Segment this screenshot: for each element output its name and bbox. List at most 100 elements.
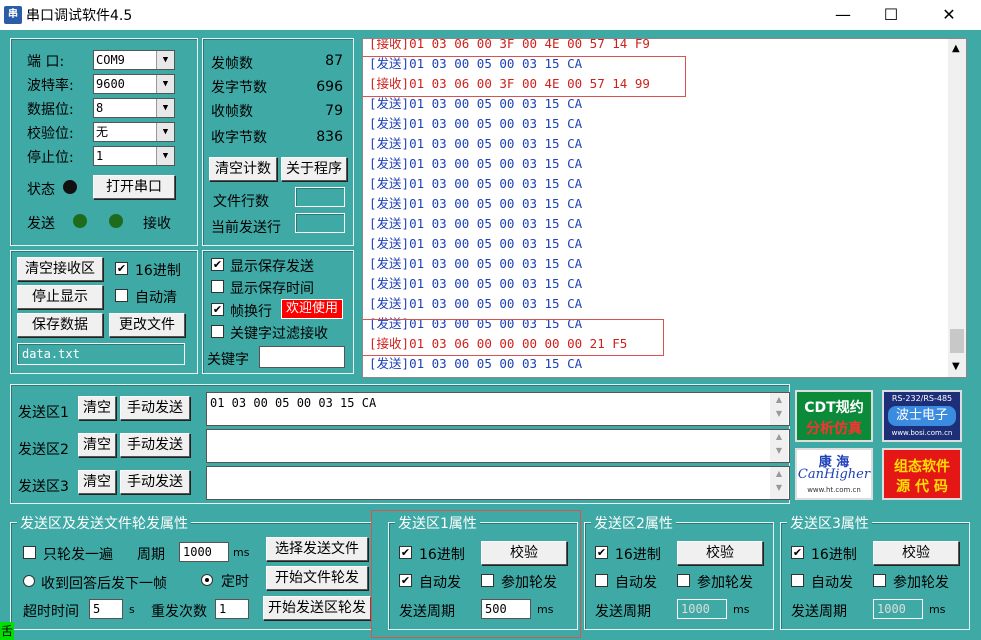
stopbits-label: 停止位: [27, 150, 74, 166]
parity-select[interactable]: 无 ▼ [93, 122, 175, 142]
send-area-period-input[interactable]: 1000 [873, 599, 923, 619]
save-data-button[interactable]: 保存数据 [17, 313, 103, 337]
send-area-hex-checkbox[interactable]: ✔ [791, 546, 804, 559]
hex-recv-checkbox[interactable]: ✔ [115, 262, 128, 275]
period-unit: ms [233, 546, 250, 559]
send-area-scrollbar[interactable]: ▲ ▼ [770, 430, 788, 462]
receive-line: [发送]01 03 00 05 00 03 15 CA [369, 193, 582, 212]
send-area-clear-button[interactable]: 清空 [78, 396, 116, 420]
frame-newline-checkbox[interactable]: ✔ [211, 303, 224, 316]
send-area-props-title: 发送区2属性 [591, 513, 676, 533]
baud-select[interactable]: 9600 ▼ [93, 74, 175, 94]
stopbits-select[interactable]: 1 ▼ [93, 146, 175, 166]
recv-led-icon [109, 214, 123, 228]
send-area-scrollbar[interactable]: ▲ ▼ [770, 393, 788, 425]
receive-line-bytes: 01 03 00 05 00 03 15 CA [409, 356, 583, 371]
tx-frames-value: 87 [325, 53, 343, 69]
keyword-filter-label: 关键字过滤接收 [230, 326, 328, 342]
open-port-button[interactable]: 打开串口 [93, 175, 175, 199]
scroll-thumb[interactable] [950, 329, 964, 353]
send-area-label: 发送区3 [18, 479, 69, 495]
send-area-send-button[interactable]: 手动发送 [120, 470, 190, 494]
databits-select[interactable]: 8 ▼ [93, 98, 175, 118]
send-area-period-unit: ms [929, 603, 946, 616]
show-save-time-checkbox[interactable] [211, 280, 224, 293]
receive-scrollbar[interactable]: ▲ ▼ [948, 39, 966, 377]
send-area-send-button[interactable]: 手动发送 [120, 433, 190, 457]
show-save-send-checkbox[interactable]: ✔ [211, 258, 224, 271]
chevron-down-icon: ▼ [156, 51, 174, 69]
receive-line-tag: [发送] [369, 156, 410, 171]
send-area-auto-checkbox[interactable] [791, 574, 804, 587]
send-area-textarea[interactable] [206, 429, 790, 463]
keyword-input[interactable] [259, 346, 345, 368]
send-area-textarea[interactable]: 01 03 00 05 00 03 15 CA [206, 392, 790, 426]
send-area-auto-checkbox[interactable] [595, 574, 608, 587]
period-label: 周期 [137, 547, 165, 563]
resend-input[interactable]: 1 [215, 599, 249, 619]
port-select[interactable]: COM9 ▼ [93, 50, 175, 70]
send-area-poll-checkbox[interactable] [677, 574, 690, 587]
send-area-check-button[interactable]: 校验 [677, 541, 763, 565]
change-file-button[interactable]: 更改文件 [109, 313, 185, 337]
autoclear-checkbox[interactable] [115, 289, 128, 302]
send-area-hex-label: 16进制 [811, 547, 857, 563]
zutai-ad-line2: 源 代 码 [896, 479, 948, 495]
send-area-label: 发送区2 [18, 442, 69, 458]
close-button[interactable]: ✕ [926, 0, 972, 30]
cdt-ad[interactable]: CDT规约 分析仿真 [795, 390, 873, 442]
port-value: COM9 [96, 53, 125, 67]
window-title: 串口调试软件4.5 [26, 8, 133, 24]
start-area-poll-button[interactable]: 开始发送区轮发 [263, 596, 371, 620]
send-area-textarea[interactable] [206, 466, 790, 500]
rx-frames-value: 79 [325, 103, 343, 119]
send-area-scrollbar[interactable]: ▲ ▼ [770, 467, 788, 499]
send-area-period-input[interactable]: 1000 [677, 599, 727, 619]
clear-recv-button[interactable]: 清空接收区 [17, 257, 103, 281]
bosi-ad[interactable]: RS-232/RS-485 波士电子 www.bosi.com.cn [882, 390, 962, 442]
timeout-unit: s [129, 603, 135, 616]
send-area-poll-checkbox[interactable] [873, 574, 886, 587]
receive-line-bytes: 01 03 00 05 00 03 15 CA [409, 256, 583, 271]
kanghai-ad[interactable]: 康 海 CanHigher www.ht.com.cn [795, 448, 873, 500]
timeout-input[interactable]: 5 [89, 599, 123, 619]
frame-newline-label: 帧换行 [230, 304, 272, 320]
receive-textarea[interactable]: [接收]01 03 06 00 3F 00 4E 00 57 14 F9 [发送]… [362, 38, 967, 378]
after-reply-radio[interactable] [23, 575, 35, 587]
send-area-hex-checkbox[interactable]: ✔ [595, 546, 608, 559]
minimize-button[interactable]: — [820, 0, 866, 30]
zutai-ad[interactable]: 组态软件 源 代 码 [882, 448, 962, 500]
baud-value: 9600 [96, 77, 125, 91]
about-button[interactable]: 关于程序 [281, 157, 347, 181]
scroll-down-icon[interactable]: ▼ [952, 361, 960, 372]
receive-line-tag: [发送] [369, 256, 410, 271]
send-area-check-button[interactable]: 校验 [873, 541, 959, 565]
scroll-up-icon[interactable]: ▲ [952, 43, 960, 54]
select-send-file-button[interactable]: 选择发送文件 [266, 537, 368, 561]
serial-config-panel: 端 口: COM9 ▼ 波特率: 9600 ▼ 数据位: 8 ▼ 校验位: 无 ▼ 停止… [10, 38, 198, 246]
send-led-label: 发送 [27, 216, 55, 232]
send-area-clear-button[interactable]: 清空 [78, 433, 116, 457]
stop-display-button[interactable]: 停止显示 [17, 285, 103, 309]
send-area-send-button[interactable]: 手动发送 [120, 396, 190, 420]
send-led-icon [73, 214, 87, 228]
current-line-field [295, 213, 345, 233]
app-icon: 串 [4, 6, 22, 24]
start-file-poll-button[interactable]: 开始文件轮发 [266, 566, 368, 590]
filename-field[interactable]: data.txt [17, 343, 185, 365]
send-area-period-unit: ms [733, 603, 750, 616]
hex-recv-label: 16进制 [135, 263, 181, 279]
tx-frames-label: 发帧数 [211, 56, 253, 72]
only-once-checkbox[interactable] [23, 546, 36, 559]
send-area-props-title: 发送区3属性 [787, 513, 872, 533]
timed-radio[interactable] [201, 574, 213, 586]
clear-count-button[interactable]: 清空计数 [209, 157, 277, 181]
maximize-button[interactable]: ☐ [868, 0, 914, 30]
parity-label: 校验位: [27, 126, 74, 142]
timed-label: 定时 [221, 574, 249, 590]
send-area-hex-label: 16进制 [615, 547, 661, 563]
period-input[interactable]: 1000 [179, 542, 229, 562]
keyword-filter-checkbox[interactable] [211, 325, 224, 338]
send-area-clear-button[interactable]: 清空 [78, 470, 116, 494]
receive-line: [发送]01 03 00 05 00 03 15 CA [369, 153, 582, 172]
